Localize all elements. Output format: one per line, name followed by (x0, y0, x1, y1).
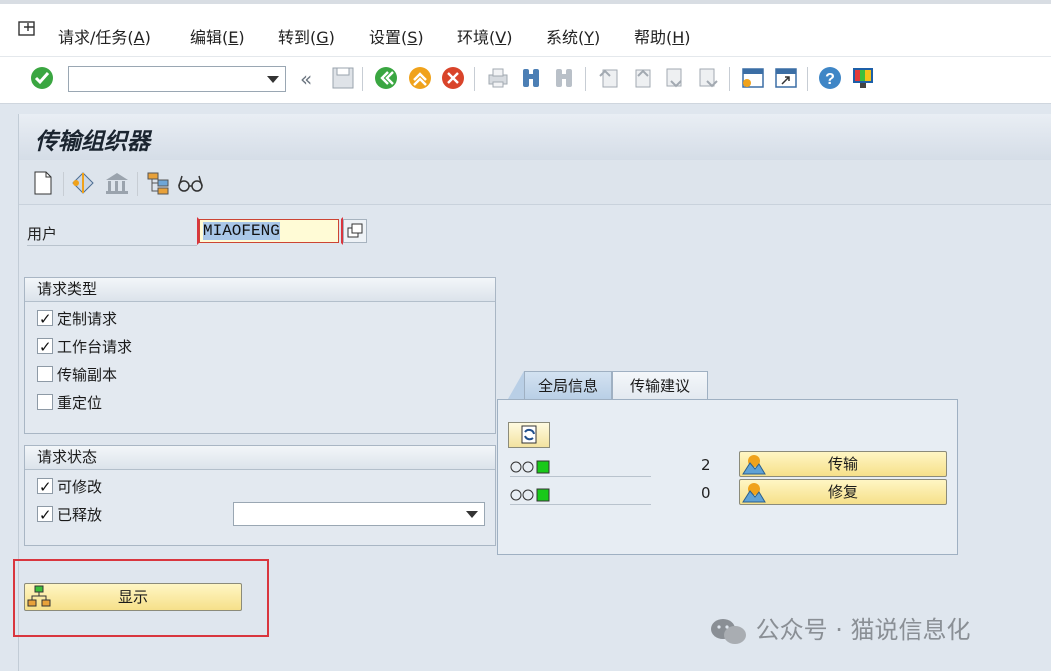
checkbox-box[interactable] (37, 394, 53, 410)
dropdown-arrow-icon[interactable] (466, 511, 478, 518)
checkbox-box[interactable] (37, 336, 53, 358)
request-status-title: 请求状态 (25, 446, 495, 470)
customize-layout-icon[interactable] (850, 65, 876, 91)
selection-form: 用户 MIAOFENG 请求类型 定制请求 工作台请求 传输副本 重定位 请求状… (13, 205, 1051, 671)
find-next-icon[interactable] (551, 65, 577, 91)
refresh-icon (521, 425, 537, 444)
menu-environment[interactable]: 环境(V) (457, 24, 512, 48)
global-info-pane: 2 传输 0 修复 (497, 399, 958, 555)
main-panel: 传输组织器 用户 MIAOFENG 请求类型 定制请求 (13, 114, 1051, 671)
watermark-text: 公众号 · 猫说信息化 (755, 616, 971, 644)
transport-count: 2 (701, 456, 711, 474)
menu-request-task[interactable]: 请求/任务(A) (58, 24, 151, 48)
menu-edit[interactable]: 编辑(E) (190, 24, 245, 48)
status-lamps-icon (510, 487, 554, 502)
cancel-icon[interactable] (440, 65, 466, 91)
overflow-glyph[interactable]: « (300, 67, 312, 91)
transport-button[interactable]: 传输 (739, 451, 947, 477)
print-icon[interactable] (485, 65, 511, 91)
menu-bar: 请求/任务(A) 编辑(E) 转到(G) 设置(S) 环境(V) 系统(Y) 帮… (0, 0, 1051, 56)
tab-slant (508, 371, 524, 399)
exit-icon[interactable] (407, 65, 433, 91)
user-input-value: MIAOFENG (203, 222, 280, 240)
bank-building-icon[interactable] (104, 171, 130, 199)
request-type-group: 请求类型 定制请求 工作台请求 传输副本 重定位 (24, 277, 496, 434)
glasses-display-icon[interactable] (177, 171, 205, 199)
mountain-sun-icon (742, 483, 766, 503)
watermark: 公众号 · 猫说信息化 (708, 610, 971, 645)
menu-settings[interactable]: 设置(S) (369, 24, 424, 48)
checkbox-box[interactable] (37, 504, 53, 526)
repair-count: 0 (701, 484, 711, 502)
tab-transport-proposal[interactable]: 传输建议 (612, 371, 708, 399)
shortcut-icon[interactable] (773, 65, 799, 91)
back-icon[interactable] (373, 65, 399, 91)
previous-page-icon[interactable] (629, 65, 655, 91)
first-page-icon[interactable] (596, 65, 622, 91)
command-field[interactable] (68, 66, 286, 92)
create-session-icon[interactable] (740, 65, 766, 91)
refresh-button[interactable] (508, 422, 550, 448)
menu-goto[interactable]: 转到(G) (278, 24, 335, 48)
mountain-sun-icon (742, 455, 766, 475)
tab-global-info[interactable]: 全局信息 (524, 371, 612, 399)
menu-system[interactable]: 系统(Y) (546, 24, 600, 48)
display-button[interactable]: 显示 (24, 583, 242, 611)
wechat-icon (711, 619, 746, 644)
request-type-title: 请求类型 (25, 278, 495, 302)
help-icon[interactable]: ? (817, 65, 843, 91)
new-document-icon[interactable] (33, 171, 53, 199)
title-bar: 传输组织器 (19, 114, 1051, 161)
repair-button[interactable]: 修复 (739, 479, 947, 505)
standard-toolbar: « ? (0, 56, 1051, 104)
find-icon[interactable] (518, 65, 544, 91)
row-underline (510, 476, 651, 477)
checkbox-box[interactable] (37, 476, 53, 498)
page-title: 传输组织器 (35, 128, 150, 155)
menu-icon[interactable] (18, 21, 38, 39)
hierarchy-icon (27, 585, 51, 607)
row-underline (510, 504, 651, 505)
enter-check-icon[interactable] (29, 65, 55, 91)
last-page-icon[interactable] (695, 65, 721, 91)
svg-text:?: ? (825, 71, 835, 88)
released-date-select[interactable] (233, 502, 485, 526)
checkbox-box[interactable] (37, 366, 53, 382)
application-toolbar (19, 160, 1051, 205)
user-label-underline (27, 245, 197, 246)
save-icon[interactable] (330, 65, 356, 91)
checkbox-box[interactable] (37, 308, 53, 330)
user-input[interactable]: MIAOFENG (199, 219, 339, 243)
multiple-selection-icon[interactable] (343, 219, 367, 243)
hierarchy-icon[interactable] (146, 171, 172, 199)
next-page-icon[interactable] (662, 65, 688, 91)
menu-help[interactable]: 帮助(H) (634, 24, 691, 48)
transport-diamond-icon[interactable] (71, 171, 97, 199)
status-lamps-icon (510, 459, 554, 474)
user-label: 用户 (27, 225, 58, 243)
dropdown-arrow-icon[interactable] (267, 76, 279, 83)
request-status-group: 请求状态 可修改 已释放 (24, 445, 496, 546)
